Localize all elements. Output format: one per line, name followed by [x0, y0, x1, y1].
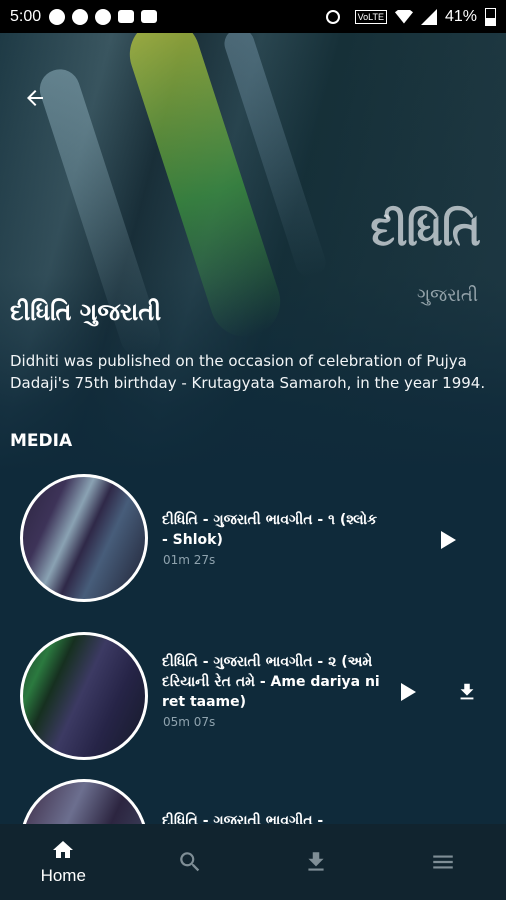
- download-icon: [460, 683, 474, 700]
- status-right: VoLTE 41%: [325, 7, 496, 26]
- back-button[interactable]: [20, 83, 50, 113]
- wifi-icon: [394, 9, 413, 24]
- list-item[interactable]: દીધિતિ - ગુજરાતી ભાવગીત - ૨ (અમે દરિયાની…: [0, 626, 506, 776]
- play-icon: [441, 531, 456, 549]
- battery-icon: [485, 7, 496, 26]
- track-thumbnail: [20, 632, 148, 760]
- album-description: Didhiti was published on the occasion of…: [10, 352, 486, 392]
- track-title: દીધિતિ - ગુજરાતી ભાવગીત - ૨ (અમે દરિયાની…: [162, 654, 380, 710]
- arrow-left-icon: [27, 90, 43, 106]
- download-icon: [308, 852, 324, 871]
- bottom-navigation: Home: [0, 824, 506, 900]
- play-icon: [401, 683, 416, 701]
- track-thumbnail: [20, 474, 148, 602]
- menu-icon: [433, 855, 453, 869]
- album-title: દીધિતિ ગુજરાતી: [10, 298, 162, 326]
- card-notification-icon: [141, 10, 158, 23]
- track-title: દીધિતિ - ગુજરાતી ભાવગીત -: [162, 813, 324, 824]
- status-time: 5:00: [10, 7, 42, 25]
- volte-badge: VoLTE: [354, 9, 387, 24]
- track-duration: 01m 27s: [163, 553, 216, 567]
- app-notification-icon: [72, 8, 89, 25]
- track-title: દીધિતિ - ગુજરાતી ભાવગીત - ૧ (શ્લોક - Shl…: [162, 512, 378, 548]
- track-thumbnail: [20, 779, 148, 824]
- message-notification-icon: [49, 8, 66, 25]
- nav-downloads[interactable]: [253, 824, 380, 900]
- album-art-title: દીધિતિ: [370, 205, 481, 256]
- image-notification-icon: [118, 10, 135, 23]
- play-button[interactable]: [433, 525, 463, 555]
- search-icon: [179, 852, 199, 872]
- signal-icon: [420, 8, 437, 25]
- media-list[interactable]: દીધિતિ - ગુજરાતી ભાવગીત - ૧ (શ્લોક - Shl…: [0, 468, 506, 824]
- nav-search[interactable]: [127, 824, 254, 900]
- list-item[interactable]: દીધિતિ - ગુજરાતી ભાવગીત - ૧ (શ્લોક - Shl…: [0, 468, 506, 618]
- battery-percent: 41%: [444, 7, 477, 25]
- album-art-subtitle: ગુજરાતી: [417, 285, 478, 306]
- whatsapp-notification-icon: [95, 8, 112, 25]
- media-section-label: MEDIA: [10, 431, 73, 451]
- nav-home-label: Home: [40, 866, 86, 885]
- album-hero: દીધિતિ ગુજરાતી: [0, 33, 506, 473]
- list-item[interactable]: દીધિતિ - ગુજરાતી ભાવગીત -: [0, 773, 506, 824]
- home-icon: [53, 841, 74, 858]
- alarm-icon: [325, 9, 340, 24]
- track-duration: 05m 07s: [163, 715, 216, 729]
- status-bar: 5:00 VoLTE 41%: [0, 0, 506, 33]
- download-button[interactable]: [452, 677, 482, 707]
- nav-home[interactable]: Home: [0, 824, 127, 900]
- nav-menu[interactable]: [380, 824, 506, 900]
- play-button[interactable]: [393, 677, 423, 707]
